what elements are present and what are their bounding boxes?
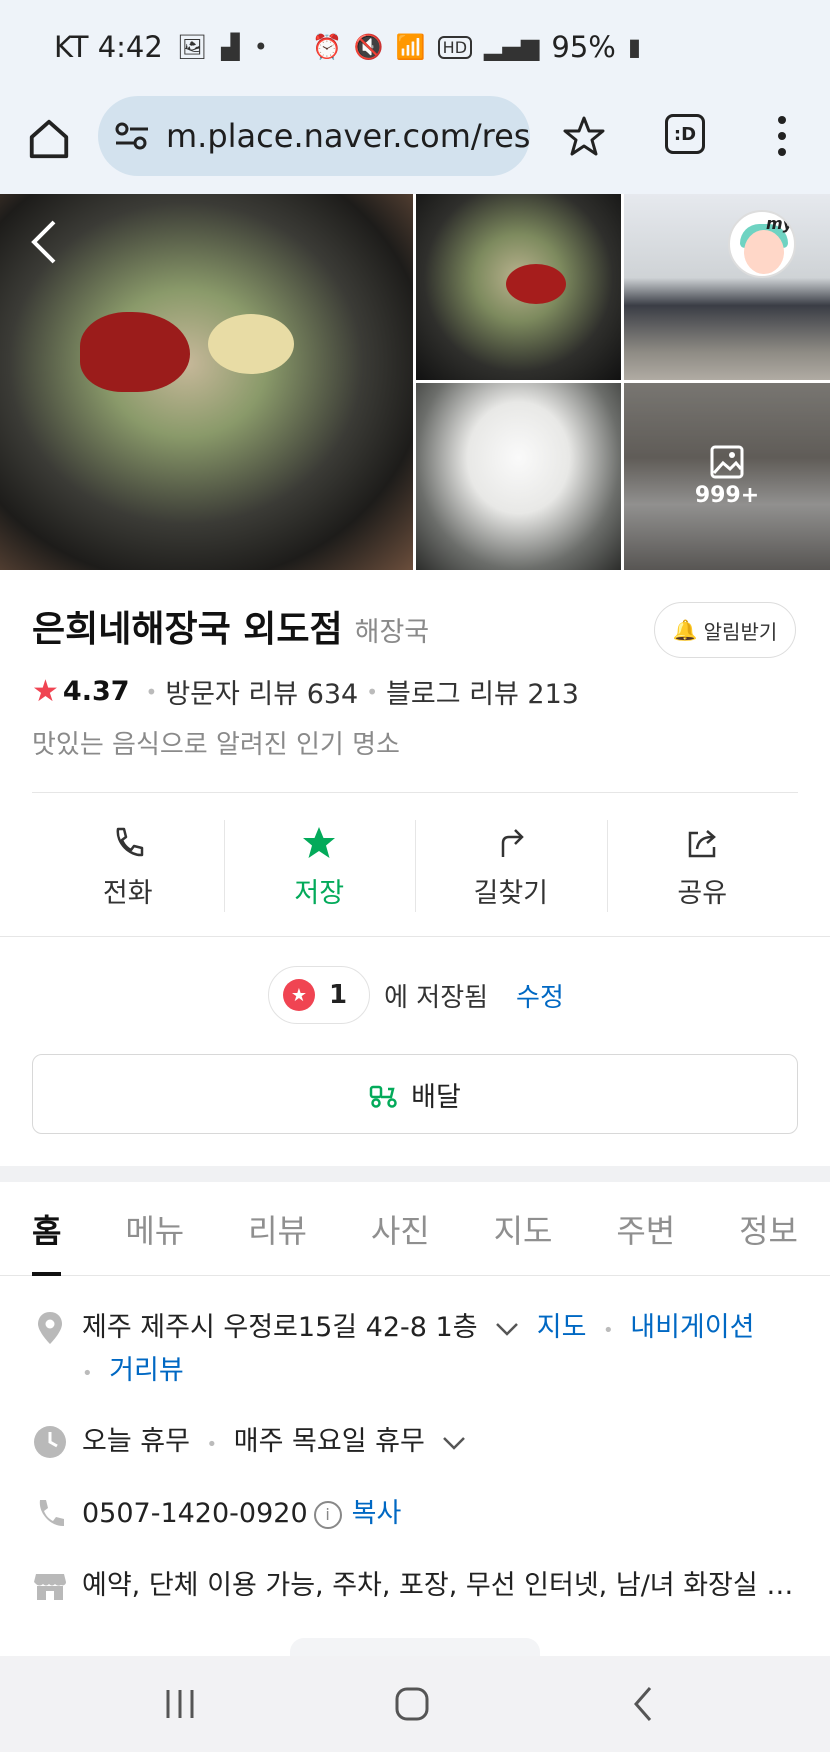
battery-percent: 95% xyxy=(551,30,616,64)
url-text: m.place.naver.com/rest xyxy=(166,117,530,155)
delivery-scooter-icon xyxy=(369,1085,397,1108)
photo-thumbnail[interactable] xyxy=(416,194,621,380)
map-link[interactable]: 지도 xyxy=(537,1312,587,1343)
rating-star-icon: ★ xyxy=(32,674,59,709)
photo-thumbnail[interactable]: my xyxy=(624,194,830,380)
hours-today: 오늘 휴무 xyxy=(82,1426,190,1457)
star-icon xyxy=(303,826,336,858)
gallery-icon: 🖼 xyxy=(176,33,208,61)
rating-row: ★ 4.37 • 방문자 리뷰 634 • 블로그 리뷰 213 xyxy=(32,672,579,711)
clock-icon xyxy=(34,1426,66,1458)
share-icon xyxy=(689,829,717,857)
call-button[interactable]: 전화 xyxy=(32,812,224,922)
place-name: 은희네해장국 외도점 xyxy=(32,609,343,650)
site-settings-icon[interactable] xyxy=(114,121,150,151)
phone-row: 0507-1420-0920 i 복사 xyxy=(32,1494,802,1534)
saved-list-chip[interactable]: ★ 1 xyxy=(268,966,371,1024)
tab-info[interactable]: 정보 xyxy=(739,1182,798,1275)
hd-icon: HD xyxy=(437,35,473,59)
saved-text: 에 저장됨 xyxy=(384,982,489,1013)
image-icon xyxy=(710,445,744,479)
phone-icon xyxy=(116,827,143,856)
divider xyxy=(0,936,830,937)
alarm-icon: ⏰ xyxy=(312,33,342,61)
phone-number: 0507-1420-0920 xyxy=(82,1498,308,1529)
navigation-link[interactable]: 내비게이션 xyxy=(630,1312,754,1343)
tab-home[interactable]: 홈 xyxy=(32,1182,62,1276)
rating-score: 4.37 xyxy=(62,676,130,707)
tab-map[interactable]: 지도 xyxy=(494,1182,553,1275)
copy-phone-link[interactable]: 복사 xyxy=(352,1498,402,1529)
recent-apps-icon[interactable] xyxy=(158,1682,202,1726)
photo-thumbnail[interactable] xyxy=(416,383,621,570)
alert-button[interactable]: 🔔 알림받기 xyxy=(654,602,796,658)
blog-reviews-link[interactable]: 블로그 리뷰 213 xyxy=(386,672,579,711)
tab-reviews[interactable]: 리뷰 xyxy=(248,1182,307,1275)
my-profile-badge[interactable]: my xyxy=(728,210,796,278)
tab-photos[interactable]: 사진 xyxy=(371,1182,430,1275)
hours-detail: 매주 목요일 휴무 xyxy=(233,1426,425,1457)
save-button[interactable]: 저장 xyxy=(223,812,416,922)
cell-signal-icon: ▂▄▆ xyxy=(484,33,540,61)
tab-menu[interactable]: 메뉴 xyxy=(125,1182,184,1275)
place-category: 해장국 xyxy=(354,617,430,648)
visitor-reviews-link[interactable]: 방문자 리뷰 634 xyxy=(165,672,358,711)
saved-status: ★ 1 에 저장됨 수정 xyxy=(268,966,564,1024)
system-nav-bar xyxy=(0,1656,830,1752)
wifi-icon: 📶 xyxy=(395,33,426,61)
edit-saved-link[interactable]: 수정 xyxy=(516,977,564,1014)
divider xyxy=(32,792,798,793)
chevron-down-icon[interactable] xyxy=(494,1316,520,1342)
directions-icon xyxy=(501,828,524,857)
tab-switcher-button[interactable]: :D xyxy=(665,114,705,154)
mute-icon: 🔇 xyxy=(353,33,384,61)
home-icon[interactable] xyxy=(26,116,72,162)
saved-star-icon: ★ xyxy=(283,979,315,1011)
tab-nearby[interactable]: 주변 xyxy=(616,1182,675,1275)
more-menu-icon[interactable] xyxy=(774,116,790,156)
directions-button[interactable]: 길찾기 xyxy=(415,812,607,922)
clock: KT 4:42 xyxy=(54,30,163,64)
share-button[interactable]: 공유 xyxy=(606,812,799,922)
status-bar: KT 4:42 🖼 ▟ • ⏰ 🔇 📶 HD ▂▄▆ 95% ▮ xyxy=(0,0,830,96)
photo-count: 999+ xyxy=(694,483,760,508)
amenities-text: 예약, 단체 이용 가능, 주차, 포장, 무선 인터넷, 남/녀 화장실 구분 xyxy=(82,1570,796,1601)
address-row: 제주 제주시 우정로15길 42-8 1층 지도 • 내비게이션 • 거리뷰 xyxy=(32,1308,802,1394)
address-text: 제주 제주시 우정로15길 42-8 1층 xyxy=(82,1312,478,1343)
signal-app-icon: ▟ xyxy=(221,33,240,61)
browser-toolbar: m.place.naver.com/rest :D xyxy=(0,96,830,194)
section-tabs: 홈 메뉴 리뷰 사진 지도 주변 정보 xyxy=(0,1182,830,1276)
bell-icon: 🔔 xyxy=(672,618,698,642)
photo-gallery: my 999+ xyxy=(0,194,830,570)
dot-icon: • xyxy=(253,33,268,61)
phone-icon xyxy=(39,1500,64,1527)
battery-icon: ▮ xyxy=(627,33,642,61)
back-nav-icon[interactable] xyxy=(622,1682,666,1726)
action-bar: 전화 저장 길찾기 공유 xyxy=(32,812,798,922)
hours-row: 오늘 휴무 • 매주 목요일 휴무 xyxy=(32,1422,802,1465)
place-description: 맛있는 음식으로 알려진 인기 명소 xyxy=(32,730,400,760)
home-nav-icon[interactable] xyxy=(390,1682,434,1726)
url-bar[interactable]: m.place.naver.com/rest xyxy=(98,96,530,176)
location-pin-icon xyxy=(38,1312,62,1344)
info-icon[interactable]: i xyxy=(313,1500,342,1529)
bookmark-star-icon[interactable] xyxy=(562,114,606,158)
main-photo[interactable] xyxy=(0,194,413,570)
amenities-row: 예약, 단체 이용 가능, 주차, 포장, 무선 인터넷, 남/녀 화장실 구분 xyxy=(32,1566,802,1606)
delivery-button[interactable]: 배달 xyxy=(32,1054,798,1134)
street-view-link[interactable]: 거리뷰 xyxy=(109,1355,184,1386)
chevron-down-icon[interactable] xyxy=(441,1430,467,1456)
photo-more-thumbnail[interactable]: 999+ xyxy=(624,383,830,570)
store-icon xyxy=(34,1574,66,1600)
back-arrow-icon[interactable] xyxy=(28,218,60,266)
